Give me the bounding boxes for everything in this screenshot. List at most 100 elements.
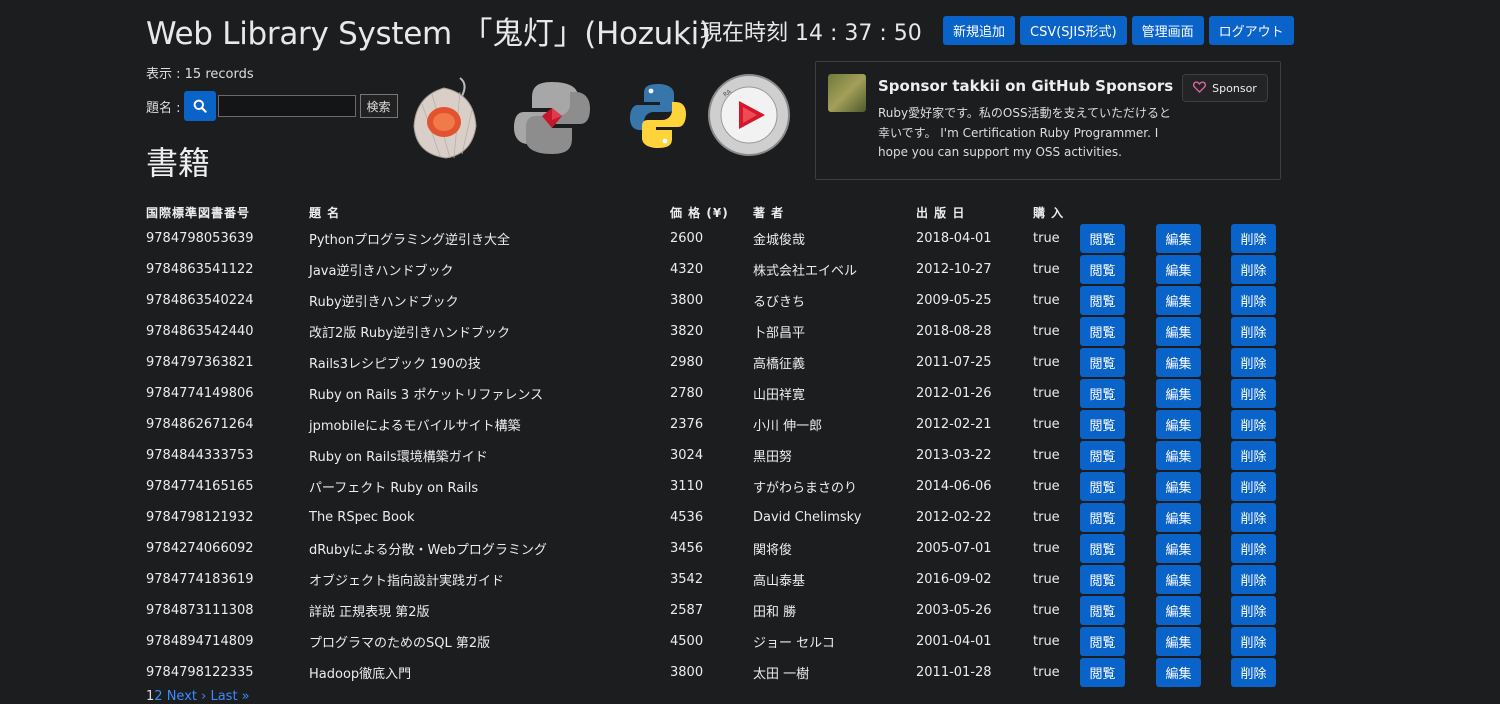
cell-purchased: true [1033, 665, 1060, 680]
cell-action: 編集 [1156, 657, 1231, 688]
cell-price: 3800 [670, 293, 704, 308]
search-label: 題名 : [146, 100, 181, 116]
view-button[interactable]: 閲覧 [1080, 596, 1125, 625]
delete-button[interactable]: 削除 [1231, 596, 1276, 625]
cell-author: ジョー セルコ [753, 636, 835, 651]
delete-button[interactable]: 削除 [1231, 224, 1276, 253]
page-title: Web Library System 「鬼灯」(Hozuki) [146, 16, 711, 52]
cell-action: 削除 [1231, 409, 1276, 440]
edit-button[interactable]: 編集 [1156, 286, 1201, 315]
edit-button[interactable]: 編集 [1156, 348, 1201, 377]
edit-button[interactable]: 編集 [1156, 627, 1201, 656]
delete-button[interactable]: 削除 [1231, 534, 1276, 563]
cell-purchased: true [1033, 541, 1060, 556]
delete-button[interactable]: 削除 [1231, 441, 1276, 470]
cell-isbn: 9784873111308 [146, 603, 254, 618]
edit-button[interactable]: 編集 [1156, 410, 1201, 439]
view-button[interactable]: 閲覧 [1080, 255, 1125, 284]
sponsor-title: Sponsor takkii on GitHub Sponsors [878, 77, 1174, 95]
sponsor-button[interactable]: Sponsor [1182, 74, 1268, 102]
view-button[interactable]: 閲覧 [1080, 348, 1125, 377]
cell-author: 太田 一樹 [753, 667, 810, 682]
view-button[interactable]: 閲覧 [1080, 472, 1125, 501]
cell-isbn: 9784798122335 [146, 665, 254, 680]
edit-button[interactable]: 編集 [1156, 317, 1201, 346]
cell-price: 2376 [670, 417, 704, 432]
view-button[interactable]: 閲覧 [1080, 410, 1125, 439]
edit-button[interactable]: 編集 [1156, 441, 1201, 470]
cell-price: 4500 [670, 634, 704, 649]
edit-button[interactable]: 編集 [1156, 565, 1201, 594]
view-button[interactable]: 閲覧 [1080, 379, 1125, 408]
edit-button[interactable]: 編集 [1156, 255, 1201, 284]
edit-button[interactable]: 編集 [1156, 224, 1201, 253]
view-button[interactable]: 閲覧 [1080, 565, 1125, 594]
cell-author: 山田祥寛 [753, 388, 806, 403]
cell-action: 編集 [1156, 254, 1231, 285]
cell-action: 削除 [1231, 657, 1276, 688]
cell-price: 3542 [670, 572, 704, 587]
cell-published: 2012-10-27 [916, 262, 992, 277]
search-input[interactable] [217, 95, 356, 117]
search-icon[interactable] [183, 91, 216, 121]
sponsor-card: Sponsor takkii on GitHub Sponsors Ruby愛好… [815, 61, 1281, 180]
ruby-python-logo [512, 78, 592, 162]
cell-published: 2005-07-01 [916, 541, 992, 556]
view-button[interactable]: 閲覧 [1080, 224, 1125, 253]
delete-button[interactable]: 削除 [1231, 348, 1276, 377]
delete-button[interactable]: 削除 [1231, 379, 1276, 408]
books-table: 国際標準図書番号 題 名 価 格 (¥) 著 者 出 版 日 購 入 97847… [146, 202, 1276, 688]
search-submit-button[interactable]: 検索 [359, 94, 398, 118]
csv-export-button[interactable]: CSV(SJIS形式) [1020, 16, 1127, 45]
delete-button[interactable]: 削除 [1231, 286, 1276, 315]
cell-purchased: true [1033, 634, 1060, 649]
cell-title: jpmobileによるモバイルサイト構築 [309, 419, 521, 434]
edit-button[interactable]: 編集 [1156, 379, 1201, 408]
delete-button[interactable]: 削除 [1231, 472, 1276, 501]
clock: 現在時刻 14 : 37 : 50 [700, 21, 922, 46]
add-new-button[interactable]: 新規追加 [943, 16, 1016, 45]
delete-button[interactable]: 削除 [1231, 627, 1276, 656]
view-button[interactable]: 閲覧 [1080, 534, 1125, 563]
cell-action: 編集 [1156, 223, 1231, 254]
admin-button[interactable]: 管理画面 [1131, 16, 1204, 45]
delete-button[interactable]: 削除 [1231, 317, 1276, 346]
edit-button[interactable]: 編集 [1156, 534, 1201, 563]
cell-title: Ruby on Rails 3 ポケットリファレンス [309, 388, 544, 403]
delete-button[interactable]: 削除 [1231, 565, 1276, 594]
cell-published: 2011-01-28 [916, 665, 992, 680]
cell-purchased: true [1033, 262, 1060, 277]
delete-button[interactable]: 削除 [1231, 255, 1276, 284]
delete-button[interactable]: 削除 [1231, 658, 1276, 687]
cell-action: 閲覧 [1080, 347, 1156, 378]
col-delete [1231, 202, 1276, 223]
edit-button[interactable]: 編集 [1156, 658, 1201, 687]
ruby-certified-logo: RA [707, 73, 791, 161]
view-button[interactable]: 閲覧 [1080, 286, 1125, 315]
logout-button[interactable]: ログアウト [1208, 16, 1294, 45]
cell-title: Ruby on Rails環境構築ガイド [309, 450, 488, 465]
delete-button[interactable]: 削除 [1231, 410, 1276, 439]
cell-author: すがわらまさのり [753, 481, 858, 496]
cell-action: 編集 [1156, 440, 1231, 471]
delete-button[interactable]: 削除 [1231, 503, 1276, 532]
avatar [828, 74, 866, 112]
cell-action: 閲覧 [1080, 440, 1156, 471]
view-button[interactable]: 閲覧 [1080, 627, 1125, 656]
edit-button[interactable]: 編集 [1156, 472, 1201, 501]
view-button[interactable]: 閲覧 [1080, 658, 1125, 687]
cell-action: 閲覧 [1080, 316, 1156, 347]
cell-price: 2587 [670, 603, 704, 618]
view-button[interactable]: 閲覧 [1080, 441, 1125, 470]
edit-button[interactable]: 編集 [1156, 503, 1201, 532]
edit-button[interactable]: 編集 [1156, 596, 1201, 625]
cell-published: 2012-02-21 [916, 417, 992, 432]
cell-price: 4536 [670, 510, 704, 525]
cell-isbn: 9784798121932 [146, 510, 254, 525]
view-button[interactable]: 閲覧 [1080, 503, 1125, 532]
table-row: 9784863540224 Ruby逆引きハンドブック 3800 るびきち 2009-0… [146, 285, 1276, 316]
cell-action: 閲覧 [1080, 471, 1156, 502]
cell-published: 2018-04-01 [916, 231, 992, 246]
view-button[interactable]: 閲覧 [1080, 317, 1125, 346]
col-title: 題 名 [309, 206, 341, 220]
